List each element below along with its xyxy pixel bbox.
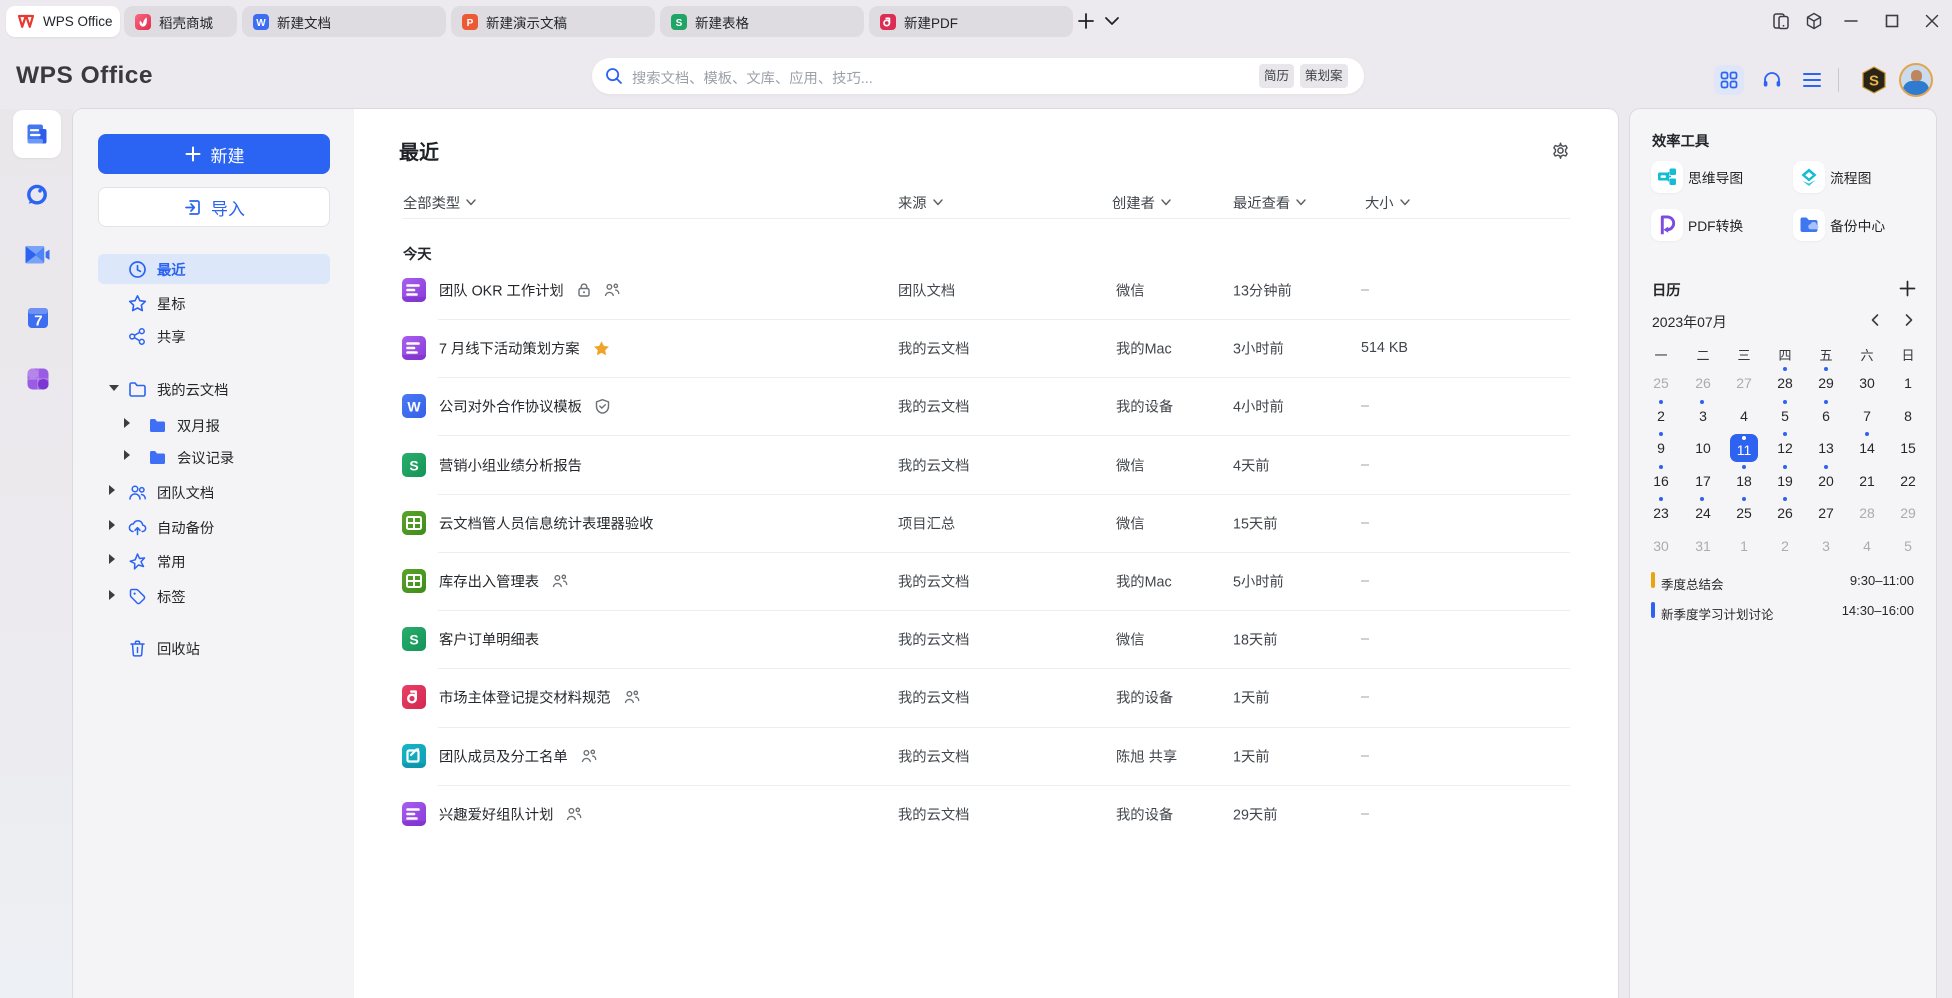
svg-text:S: S [1869, 73, 1879, 90]
svg-text:S: S [409, 632, 418, 648]
svg-text:P: P [467, 18, 474, 29]
svg-text:W: W [256, 18, 266, 29]
svg-text:S: S [409, 458, 418, 474]
svg-text:S: S [676, 18, 683, 29]
svg-text:W: W [407, 399, 421, 415]
svg-text:7: 7 [34, 313, 42, 330]
